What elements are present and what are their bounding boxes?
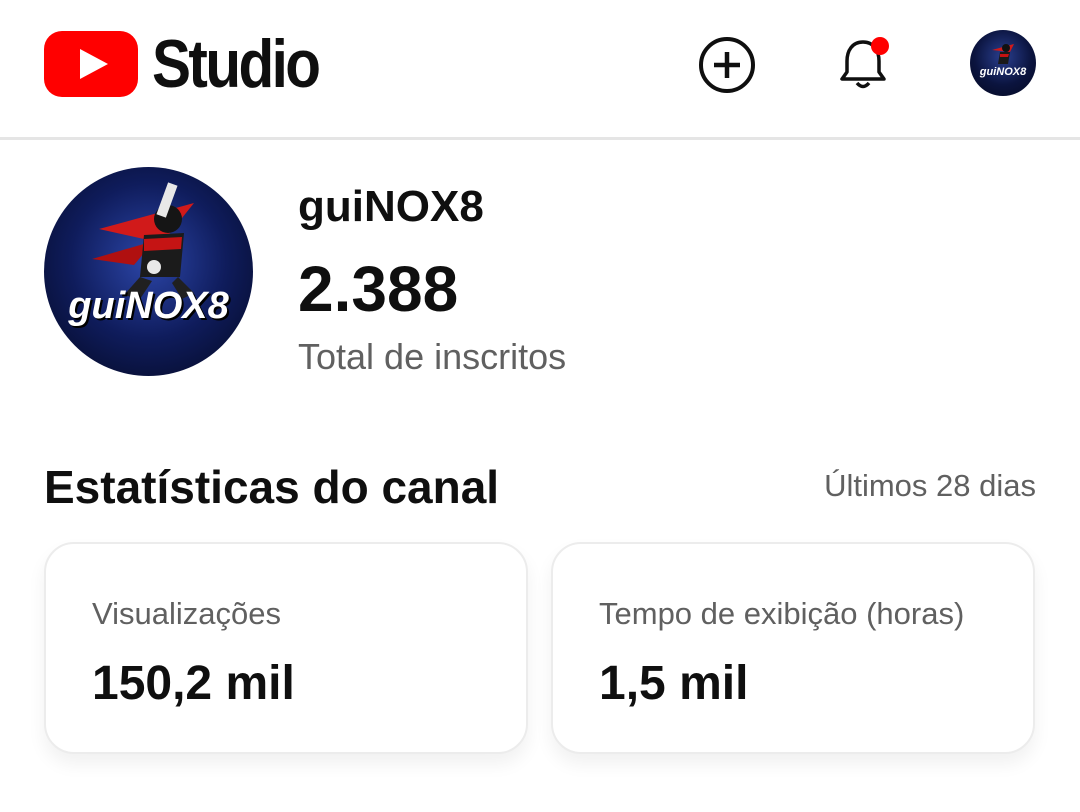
views-value: 150,2 mil [92,657,295,710]
stats-title: Estatísticas do canal [44,461,500,513]
notification-dot [871,37,889,55]
logo-text: Studio [152,26,321,102]
add-circle-icon [699,37,755,93]
ninja-figure-icon [92,182,194,299]
youtube-studio-logo[interactable]: Studio [44,30,346,98]
channel-name: guiNOX8 [298,182,484,231]
channel-avatar: guiNOX8 [44,167,253,376]
views-card[interactable]: Visualizações 150,2 mil [44,542,528,754]
subscriber-count: 2.388 [298,253,459,325]
ninja-figure-icon [992,44,1014,64]
youtube-play-icon [44,31,138,97]
create-button[interactable] [696,34,758,96]
avatar-text: guiNOX8 [979,66,1027,78]
views-label: Visualizações [92,596,281,631]
account-avatar[interactable]: guiNOX8 [970,30,1036,96]
top-app-bar: Studio guiNOX8 [0,0,1080,140]
watch-time-label: Tempo de exibição (horas) [599,596,965,631]
notifications-button[interactable] [832,34,894,96]
stats-period: Últimos 28 dias [824,468,1036,503]
watch-time-card[interactable]: Tempo de exibição (horas) 1,5 mil [551,542,1035,754]
bell-icon [840,37,889,89]
avatar-text: guiNOX8 [68,285,229,327]
watch-time-value: 1,5 mil [599,657,749,710]
subscriber-label: Total de inscritos [298,336,567,377]
